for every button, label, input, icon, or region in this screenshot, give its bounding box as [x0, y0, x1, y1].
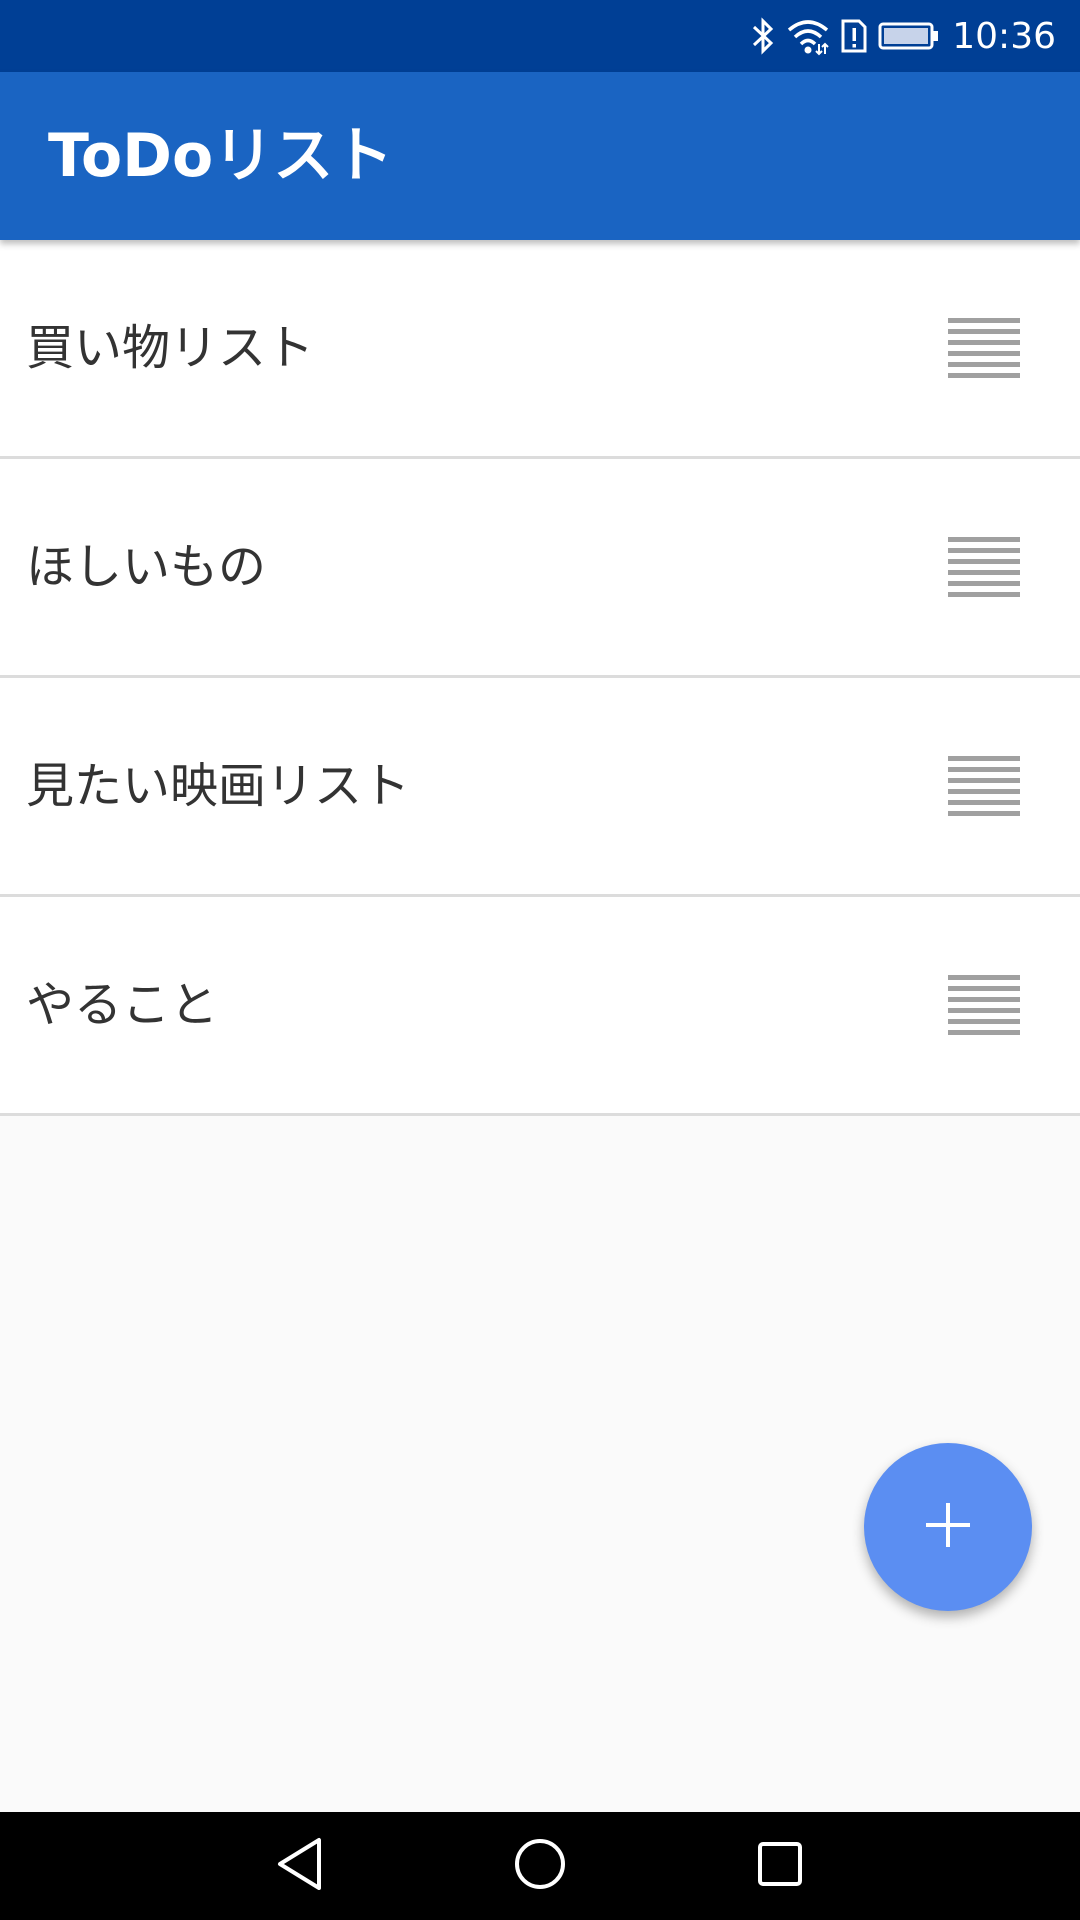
back-button[interactable]	[240, 1812, 360, 1920]
todo-lists: 買い物リスト ほしいもの 見たい映画リスト やること	[0, 240, 1080, 1116]
drag-handle-icon[interactable]	[948, 537, 1020, 597]
home-icon	[513, 1837, 567, 1895]
drag-handle-icon[interactable]	[948, 756, 1020, 816]
list-item-label: ほしいもの	[26, 539, 267, 595]
list-item[interactable]: 買い物リスト	[0, 240, 1080, 459]
home-button[interactable]	[480, 1812, 600, 1920]
sim-alert-icon	[840, 16, 868, 56]
list-item[interactable]: やること	[0, 897, 1080, 1116]
status-icons: 10:36	[740, 0, 1056, 72]
status-bar: 10:36	[0, 0, 1080, 72]
drag-handle-icon[interactable]	[948, 318, 1020, 378]
app-bar: ToDoリスト	[0, 72, 1080, 240]
list-item[interactable]: ほしいもの	[0, 459, 1080, 678]
bluetooth-icon	[750, 16, 776, 56]
list-item-label: 買い物リスト	[26, 320, 315, 376]
list-item-label: 見たい映画リスト	[26, 758, 411, 814]
back-icon	[275, 1836, 325, 1896]
app-title: ToDoリスト	[48, 121, 394, 191]
drag-handle-icon[interactable]	[948, 975, 1020, 1035]
plus-icon	[924, 1501, 972, 1553]
navigation-bar	[0, 1812, 1080, 1920]
recents-button[interactable]	[720, 1812, 840, 1920]
status-time: 10:36	[952, 15, 1056, 57]
add-list-button[interactable]	[864, 1443, 1032, 1611]
battery-icon	[878, 16, 940, 56]
recents-icon	[756, 1840, 804, 1892]
list-item-label: やること	[26, 977, 219, 1033]
wifi-icon	[786, 16, 830, 56]
list-item[interactable]: 見たい映画リスト	[0, 678, 1080, 897]
